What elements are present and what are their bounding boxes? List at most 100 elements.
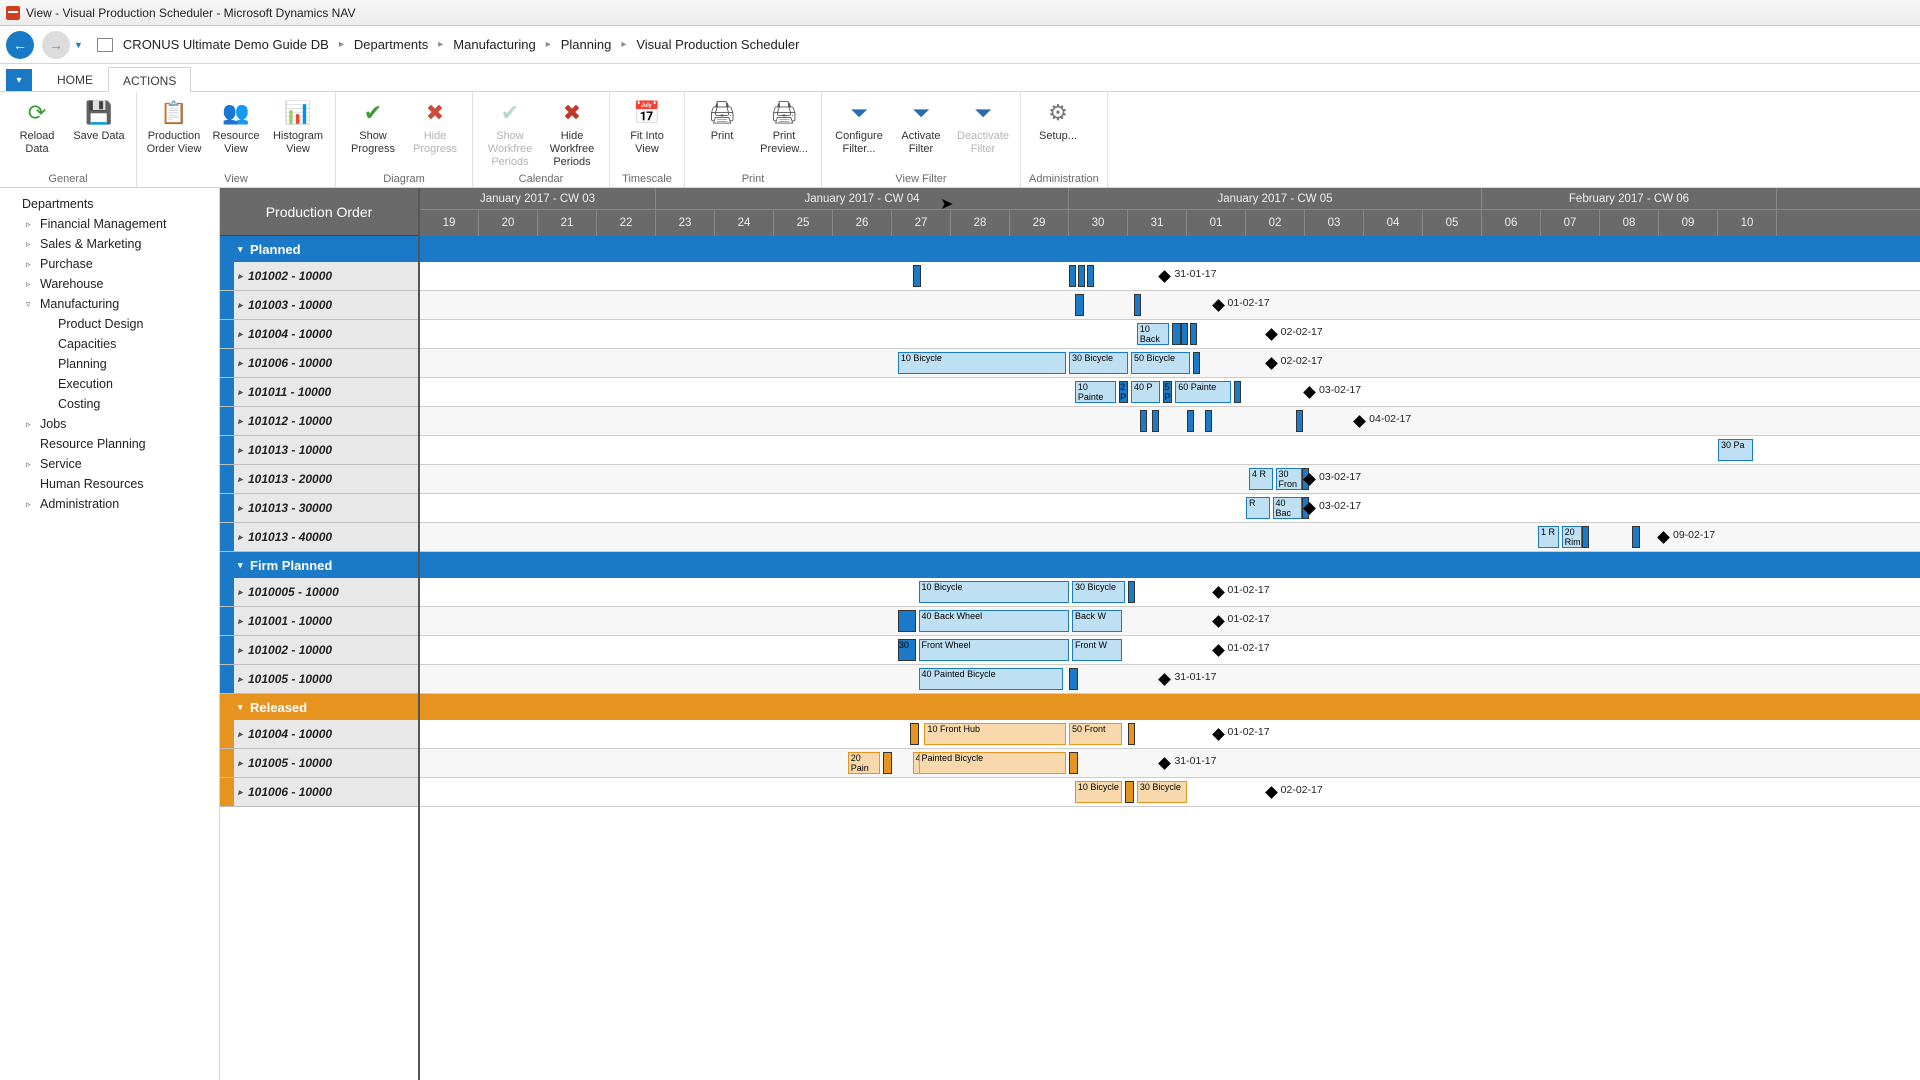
gantt-task[interactable]: 30 xyxy=(898,639,916,661)
nav-item-administration[interactable]: ▹Administration xyxy=(0,494,219,514)
gantt-task[interactable]: 40 P xyxy=(1131,381,1161,403)
milestone-diamond[interactable] xyxy=(1265,328,1278,341)
gantt-task[interactable] xyxy=(1069,265,1076,287)
gantt-task[interactable] xyxy=(913,265,922,287)
order-row-label[interactable]: ▸101006 - 10000 xyxy=(220,349,418,378)
breadcrumb-item[interactable]: Manufacturing xyxy=(453,37,535,52)
order-row-label[interactable]: ▸101004 - 10000 xyxy=(220,320,418,349)
nav-item-product-design[interactable]: Product Design xyxy=(0,314,219,334)
gantt-task[interactable] xyxy=(1069,752,1078,774)
gantt-task[interactable]: 30 Pa xyxy=(1718,439,1753,461)
gantt-body[interactable]: Work Date31-01-1701-02-1710 Back02-02-17… xyxy=(420,236,1920,807)
order-row-label[interactable]: ▸101012 - 10000 xyxy=(220,407,418,436)
gantt-task[interactable]: 10 Bicycle xyxy=(919,581,1069,603)
gantt-task[interactable] xyxy=(1632,526,1639,548)
gantt-timeline[interactable]: January 2017 - CW 03January 2017 - CW 04… xyxy=(420,188,1920,1080)
gantt-task[interactable]: 30 Bicycle xyxy=(1137,781,1187,803)
gantt-task[interactable]: Back W xyxy=(1072,610,1122,632)
gantt-task[interactable]: 40 Painted Bicycle xyxy=(919,668,1064,690)
gantt-row[interactable]: R40 Bac03-02-17 xyxy=(420,494,1920,523)
order-row-label[interactable]: ▸101005 - 10000 xyxy=(220,665,418,694)
gantt-task[interactable]: 20 Pain xyxy=(848,752,880,774)
back-button[interactable]: ← xyxy=(6,31,34,59)
ribbon-btn-fit-into-view[interactable]: 📅Fit Into View xyxy=(618,96,676,156)
gantt-task[interactable] xyxy=(883,752,892,774)
gantt-row[interactable]: 10 Front Hub50 Front01-02-17 xyxy=(420,720,1920,749)
nav-item-jobs[interactable]: ▹Jobs xyxy=(0,414,219,434)
gantt-row[interactable]: 4 R30 Fron03-02-17 xyxy=(420,465,1920,494)
milestone-diamond[interactable] xyxy=(1159,270,1172,283)
gantt-group-released[interactable]: ▾Released xyxy=(220,694,418,720)
milestone-diamond[interactable] xyxy=(1657,531,1670,544)
gantt-task[interactable]: 5 P xyxy=(1163,381,1172,403)
order-row-label[interactable]: ▸101011 - 10000 xyxy=(220,378,418,407)
gantt-task[interactable] xyxy=(1234,381,1241,403)
milestone-diamond[interactable] xyxy=(1265,357,1278,370)
gantt-task[interactable]: 1 R xyxy=(1538,526,1559,548)
nav-item-resource-planning[interactable]: Resource Planning xyxy=(0,434,219,454)
gantt-task[interactable]: 2 P xyxy=(1119,381,1128,403)
gantt-group-firm-planned[interactable]: ▾Firm Planned xyxy=(220,552,418,578)
gantt-task[interactable]: 50 Front xyxy=(1069,723,1122,745)
milestone-diamond[interactable] xyxy=(1353,415,1366,428)
ribbon-btn-configure-filter-[interactable]: ⏷Configure Filter... xyxy=(830,96,888,156)
gantt-row[interactable]: 01-02-17 xyxy=(420,291,1920,320)
milestone-diamond[interactable] xyxy=(1303,386,1316,399)
gantt-task[interactable] xyxy=(1087,265,1094,287)
breadcrumb-item[interactable]: CRONUS Ultimate Demo Guide DB xyxy=(123,37,329,52)
gantt-task[interactable] xyxy=(898,610,916,632)
gantt-task[interactable]: 10 Bicycle xyxy=(1075,781,1122,803)
gantt-row[interactable]: 40 Painted Bicycle31-01-17 xyxy=(420,665,1920,694)
ribbon-btn-reload-data[interactable]: ⟳Reload Data xyxy=(8,96,66,156)
gantt-task[interactable] xyxy=(1152,410,1159,432)
breadcrumb-item[interactable]: Planning xyxy=(561,37,612,52)
gantt-row[interactable]: 30Front WheelFront W01-02-17 xyxy=(420,636,1920,665)
milestone-diamond[interactable] xyxy=(1212,299,1225,312)
gantt-task[interactable]: 60 Painte xyxy=(1175,381,1231,403)
gantt-row[interactable]: 20 Pain40Painted Bicycle31-01-17 xyxy=(420,749,1920,778)
ribbon-btn-show-progress[interactable]: ✔Show Progress xyxy=(344,96,402,156)
order-row-label[interactable]: ▸101001 - 10000 xyxy=(220,607,418,636)
order-row-label[interactable]: ▸101002 - 10000 xyxy=(220,636,418,665)
ribbon-tab-actions[interactable]: ACTIONS xyxy=(108,67,191,92)
gantt-task[interactable] xyxy=(1582,526,1589,548)
order-row-label[interactable]: ▸101002 - 10000 xyxy=(220,262,418,291)
gantt-row[interactable]: 1 R20 Rim09-02-17 xyxy=(420,523,1920,552)
gantt-task[interactable]: Front W xyxy=(1072,639,1122,661)
gantt-task[interactable]: 30 Bicycle xyxy=(1072,581,1125,603)
order-row-label[interactable]: ▸101004 - 10000 xyxy=(220,720,418,749)
gantt-task[interactable] xyxy=(1181,323,1188,345)
order-row-label[interactable]: ▸101006 - 10000 xyxy=(220,778,418,807)
gantt-task[interactable]: R xyxy=(1246,497,1270,519)
gantt-task[interactable]: 30 Fron xyxy=(1276,468,1303,490)
ribbon-app-menu[interactable]: ▾ xyxy=(6,69,32,91)
nav-item-costing[interactable]: Costing xyxy=(0,394,219,414)
ribbon-btn-print-preview-[interactable]: 🖨Print Preview... xyxy=(755,96,813,156)
order-row-label[interactable]: ▸101003 - 10000 xyxy=(220,291,418,320)
breadcrumb-item[interactable]: Visual Production Scheduler xyxy=(636,37,799,52)
milestone-diamond[interactable] xyxy=(1212,615,1225,628)
nav-item-human-resources[interactable]: Human Resources xyxy=(0,474,219,494)
gantt-row[interactable]: 31-01-17 xyxy=(420,262,1920,291)
milestone-diamond[interactable] xyxy=(1212,644,1225,657)
gantt-task[interactable]: Painted Bicycle xyxy=(919,752,1067,774)
nav-item-execution[interactable]: Execution xyxy=(0,374,219,394)
gantt-task[interactable]: 40 Bac xyxy=(1273,497,1303,519)
ribbon-tab-home[interactable]: HOME xyxy=(42,66,108,91)
gantt-row[interactable]: 10 Bicycle30 Bicycle02-02-17 xyxy=(420,778,1920,807)
milestone-diamond[interactable] xyxy=(1159,673,1172,686)
gantt-task[interactable] xyxy=(1069,668,1078,690)
milestone-diamond[interactable] xyxy=(1212,586,1225,599)
gantt-task[interactable]: 10 Back xyxy=(1137,323,1169,345)
gantt-task[interactable] xyxy=(1128,723,1135,745)
gantt-task[interactable]: 20 Rim xyxy=(1562,526,1583,548)
gantt-row[interactable]: 10 Bicycle30 Bicycle01-02-17 xyxy=(420,578,1920,607)
nav-item-purchase[interactable]: ▹Purchase xyxy=(0,254,219,274)
gantt-task[interactable] xyxy=(1075,294,1084,316)
nav-item-service[interactable]: ▹Service xyxy=(0,454,219,474)
nav-item-sales-marketing[interactable]: ▹Sales & Marketing xyxy=(0,234,219,254)
gantt-task[interactable] xyxy=(910,723,919,745)
gantt-task[interactable]: 50 Bicycle xyxy=(1131,352,1190,374)
breadcrumb-item[interactable]: Departments xyxy=(354,37,428,52)
history-dropdown[interactable]: ▼ xyxy=(74,40,83,50)
